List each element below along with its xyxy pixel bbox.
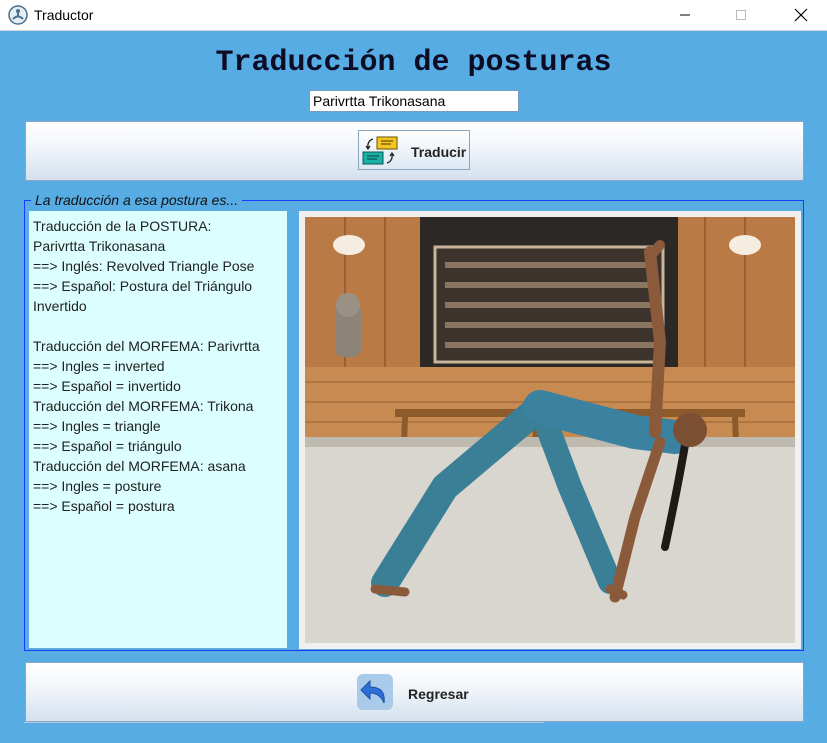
pose-name-input[interactable]	[309, 90, 519, 112]
yoga-pose-photo	[305, 217, 795, 643]
back-arrow-icon	[357, 674, 393, 710]
translation-result-text[interactable]: Traducción de la POSTURA: Parivrtta Trik…	[29, 211, 287, 648]
pose-image-frame	[299, 211, 801, 649]
window-title: Traductor	[34, 7, 94, 23]
translate-button[interactable]: Traducir	[358, 130, 470, 170]
close-button[interactable]	[778, 0, 824, 30]
yoga-figure-icon	[8, 5, 28, 25]
minimize-icon	[680, 14, 690, 16]
maximize-button[interactable]	[718, 0, 764, 30]
translate-button-label: Traducir	[411, 144, 467, 160]
page-title: Traducción de posturas	[215, 46, 612, 80]
translate-dialog-icon	[362, 136, 398, 165]
maximize-icon	[736, 10, 746, 20]
minimize-button[interactable]	[662, 0, 708, 30]
close-icon	[794, 8, 808, 22]
back-button-label: Regresar	[408, 686, 469, 702]
window-titlebar: Traductor	[0, 0, 827, 31]
divider	[24, 722, 544, 723]
result-panel-legend: La traducción a esa postura es...	[31, 192, 243, 208]
